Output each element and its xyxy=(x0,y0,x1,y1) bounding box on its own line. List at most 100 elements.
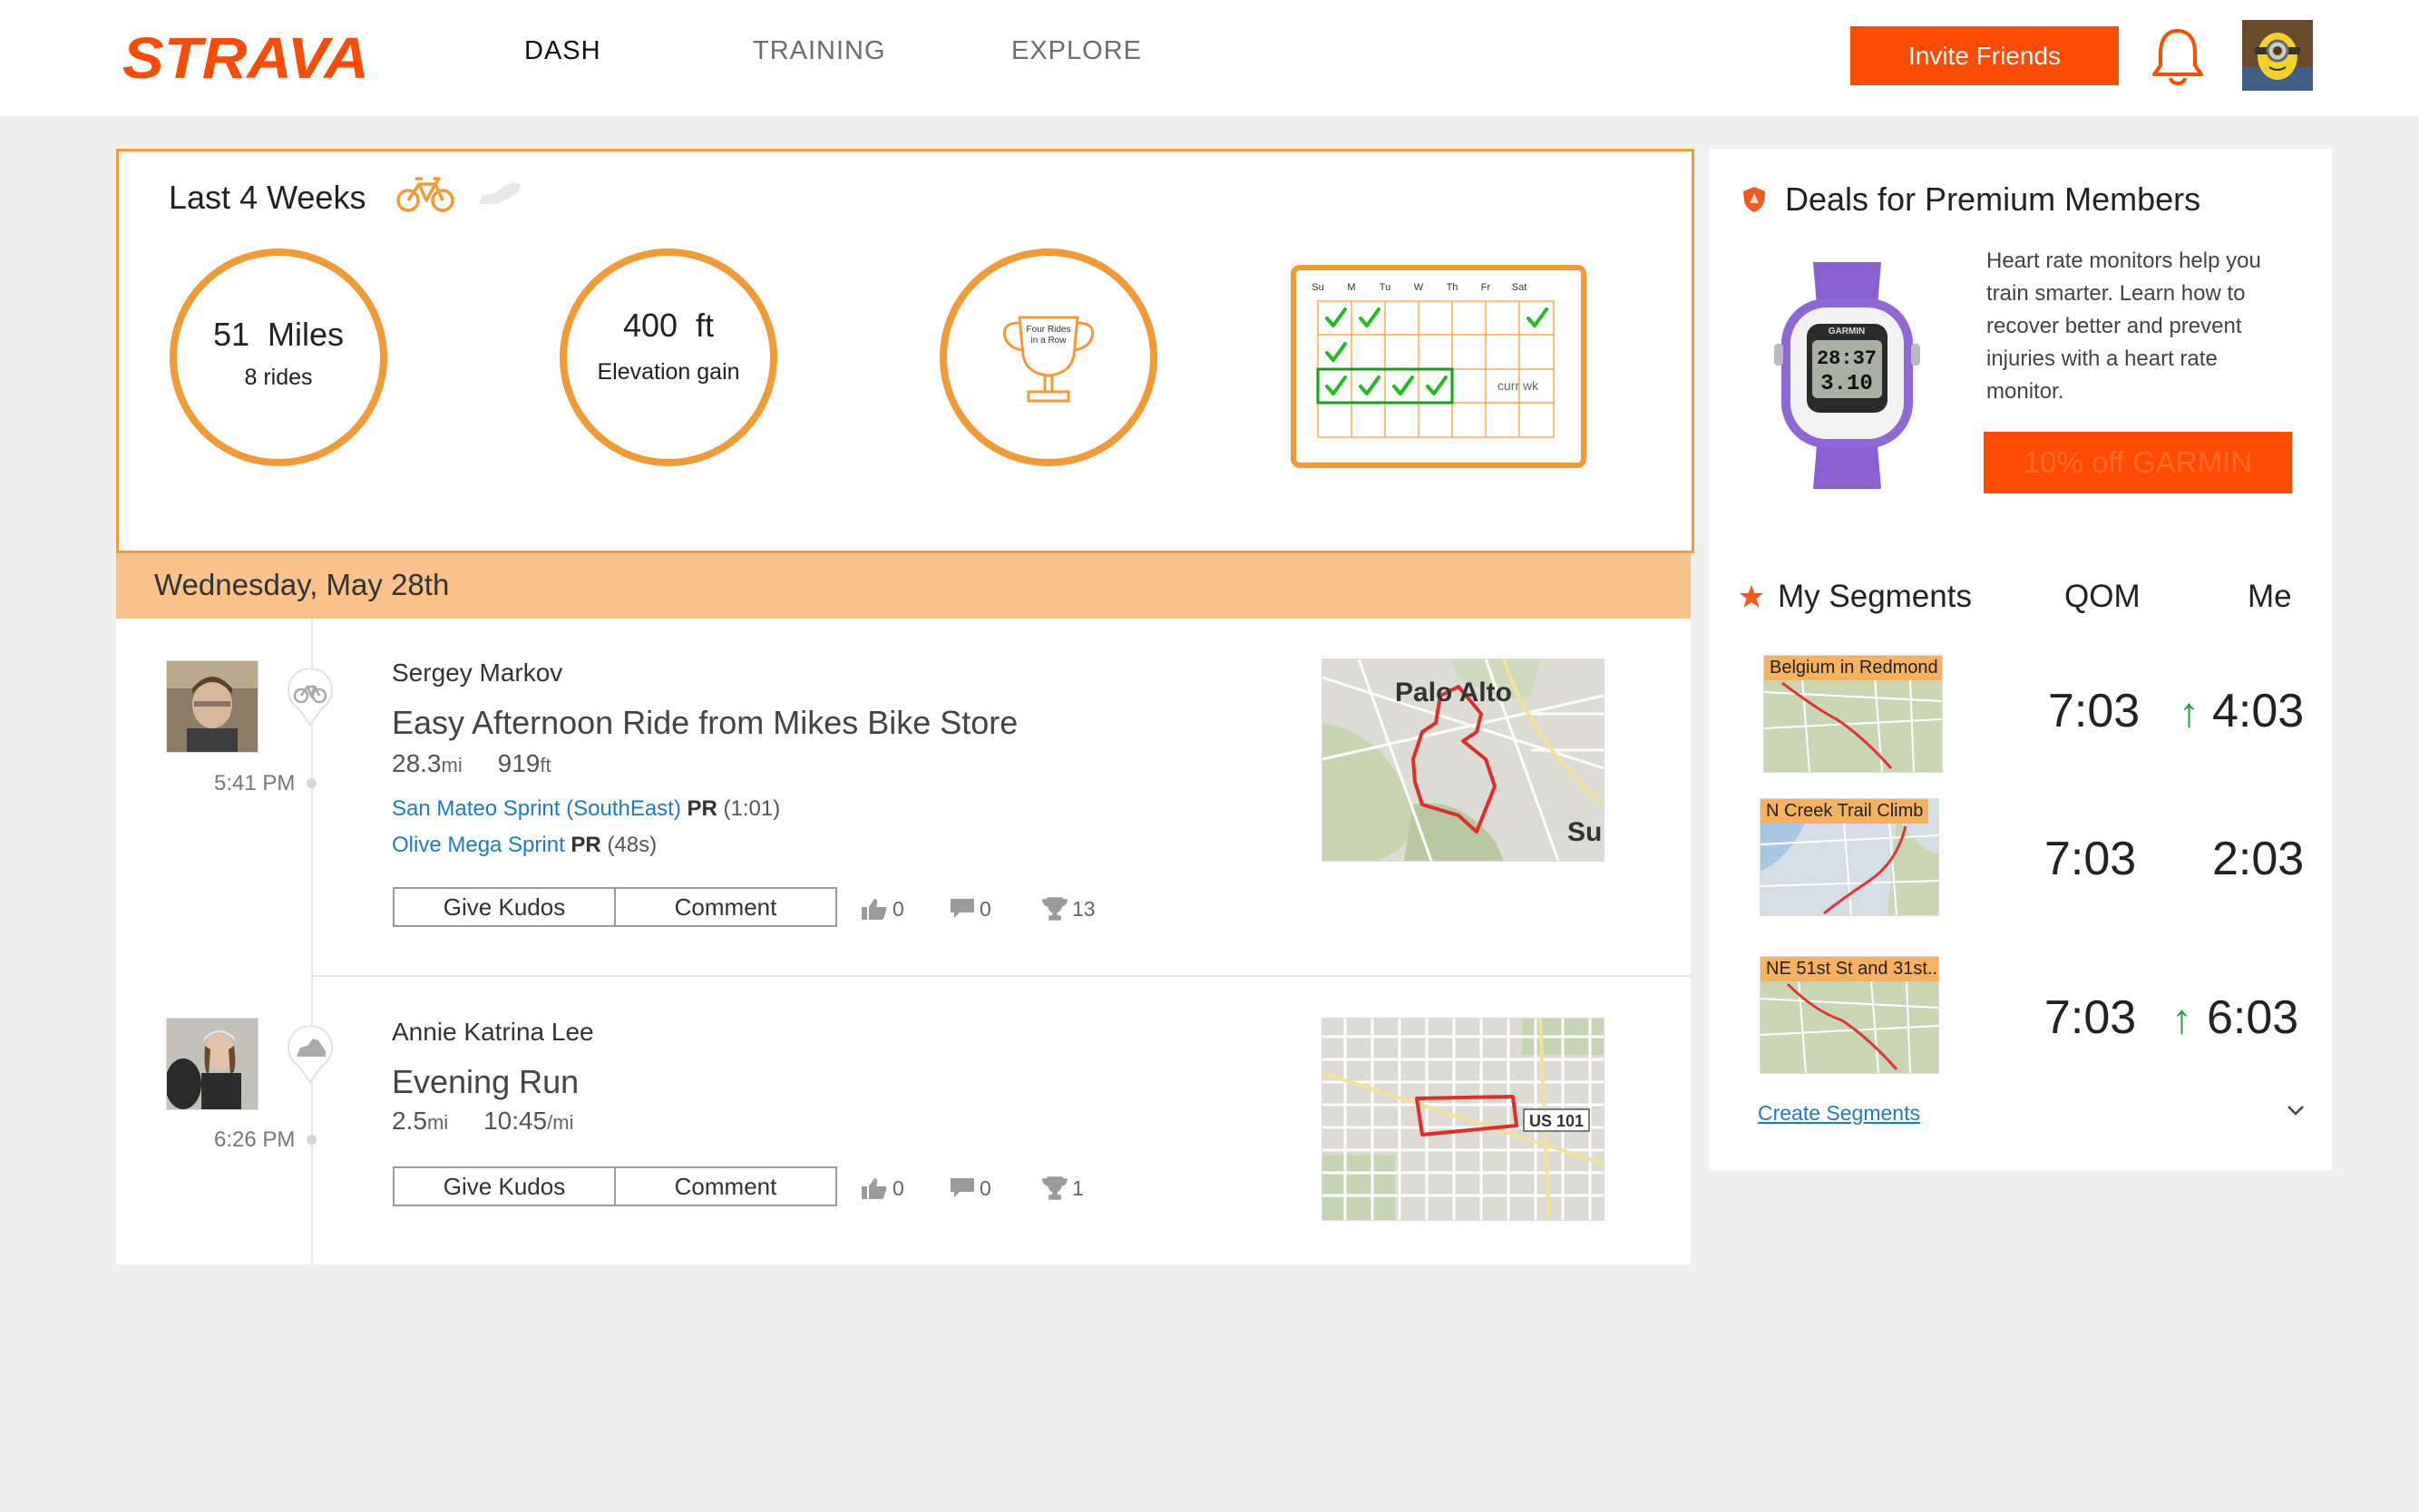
strava-logo[interactable]: STRAVA xyxy=(122,27,372,86)
svg-text:Tu: Tu xyxy=(1380,282,1390,293)
elevation-ring: 400 ft Elevation gain xyxy=(560,249,777,466)
thumbs-up-icon xyxy=(862,1178,887,1199)
activity-title[interactable]: Evening Run xyxy=(392,1063,579,1101)
activity-calendar[interactable]: Su M Tu W Th Fr Sat curr wk xyxy=(1291,265,1586,468)
give-kudos-button[interactable]: Give Kudos xyxy=(395,889,614,925)
user-avatar[interactable] xyxy=(2242,20,2313,91)
segment-name: N Creek Trail Climb xyxy=(1761,799,1929,824)
activity-stats: 2.5mi 10:45/mi xyxy=(392,1107,574,1135)
athlete-name[interactable]: Annie Katrina Lee xyxy=(392,1018,594,1047)
timeline-dot xyxy=(307,1135,317,1145)
garmin-discount-button[interactable]: 10% off GARMIN xyxy=(1984,432,2292,493)
rides-count: 8 rides xyxy=(244,365,313,390)
bell-icon[interactable] xyxy=(2150,25,2206,89)
feed-date: Wednesday, May 28th xyxy=(154,568,450,601)
comment-count[interactable]: 0 xyxy=(949,1175,991,1201)
segment-achievement: San Mateo Sprint (SouthEast) PR (1:01) xyxy=(392,796,781,821)
segment-thumbnail[interactable]: N Creek Trail Climb xyxy=(1760,798,1939,916)
svg-text:Sat: Sat xyxy=(1512,282,1527,293)
segment-qom-time: 7:03 xyxy=(2044,991,2137,1044)
segment-link[interactable]: Olive Mega Sprint xyxy=(392,833,565,857)
comment-icon xyxy=(951,1178,974,1197)
premium-shield-icon xyxy=(1743,187,1765,212)
activity-feed: 5:41 PM Sergey Markov Easy Afternoon Rid… xyxy=(116,619,1691,1264)
running-shoe-icon xyxy=(288,1026,333,1084)
segment-my-time: 4:03 xyxy=(2212,685,2305,737)
svg-text:W: W xyxy=(1414,282,1424,293)
kudos-count[interactable]: 0 xyxy=(858,1175,904,1201)
segment-link[interactable]: San Mateo Sprint (SouthEast) xyxy=(392,796,681,821)
svg-text:Palo Alto: Palo Alto xyxy=(1395,678,1512,707)
elevation-value: 400 xyxy=(622,307,678,344)
activity-time: 5:41 PM xyxy=(214,771,296,795)
deals-title: Deals for Premium Members xyxy=(1785,180,2201,218)
achievements-count[interactable]: 1 xyxy=(1041,1175,1084,1201)
nav-training[interactable]: TRAINING xyxy=(753,36,886,66)
activity-actions: Give Kudos Comment xyxy=(393,1166,837,1206)
up-arrow-icon: ↑ xyxy=(2171,995,2192,1042)
svg-text:US 101: US 101 xyxy=(1529,1112,1584,1130)
chevron-down-icon[interactable] xyxy=(2286,1103,2306,1117)
svg-text:3.10: 3.10 xyxy=(1820,372,1873,396)
svg-text:curr wk: curr wk xyxy=(1497,378,1539,393)
activity-actions: Give Kudos Comment xyxy=(393,887,837,927)
running-shoe-icon[interactable] xyxy=(477,179,524,208)
athlete-name[interactable]: Sergey Markov xyxy=(392,658,562,688)
summary-title: Last 4 Weeks xyxy=(169,179,366,216)
activity-time: 6:26 PM xyxy=(214,1127,296,1152)
up-arrow-icon: ↑ xyxy=(2179,688,2200,736)
bike-icon[interactable] xyxy=(395,171,455,215)
invite-friends-button[interactable]: Invite Friends xyxy=(1850,26,2119,85)
top-navigation-bar: STRAVA DASH TRAINING EXPLORE Invite Frie… xyxy=(0,0,2419,116)
comment-button[interactable]: Comment xyxy=(614,889,835,925)
svg-text:STRAVA: STRAVA xyxy=(122,27,369,86)
activity-map[interactable]: US 101 xyxy=(1322,1018,1605,1221)
star-icon xyxy=(1740,585,1763,608)
feed-divider xyxy=(312,975,1691,977)
garmin-watch-image[interactable]: GARMIN 28:37 3.10 xyxy=(1772,262,1922,489)
comment-button[interactable]: Comment xyxy=(614,1168,835,1205)
svg-text:Four Rides: Four Rides xyxy=(1027,325,1071,335)
segment-thumbnail[interactable]: NE 51st St and 31st... xyxy=(1760,956,1939,1074)
segment-qom-time: 7:03 xyxy=(2044,833,2137,885)
distance-value: 51 xyxy=(212,316,249,353)
deals-description: Heart rate monitors help you train smart… xyxy=(1986,249,2261,404)
activity-map[interactable]: Palo Alto Su xyxy=(1322,658,1605,862)
segment-thumbnail[interactable]: Belgium in Redmond xyxy=(1763,655,1943,773)
athlete-avatar[interactable] xyxy=(166,1018,258,1110)
segment-name: Belgium in Redmond xyxy=(1764,656,1942,680)
segment-my-time: 6:03 xyxy=(2207,991,2299,1044)
feed-date-header: Wednesday, May 28th xyxy=(116,553,1691,619)
svg-text:Su: Su xyxy=(1567,817,1602,847)
create-segments-link[interactable]: Create Segments xyxy=(1758,1101,1920,1126)
trophy-icon xyxy=(1042,897,1068,921)
thumbs-up-icon xyxy=(862,899,887,920)
activity-stats: 28.3mi 919ft xyxy=(392,749,551,777)
svg-text:Fr: Fr xyxy=(1481,282,1491,293)
me-column-header: Me xyxy=(2248,579,2292,614)
segment-achievement: Olive Mega Sprint PR (48s) xyxy=(392,833,658,857)
distance-ring: 51 Miles 8 rides xyxy=(170,249,387,466)
elevation-label: Elevation gain xyxy=(597,359,740,385)
kudos-count[interactable]: 0 xyxy=(858,896,904,922)
athlete-avatar[interactable] xyxy=(166,660,258,753)
svg-text:M: M xyxy=(1347,282,1355,293)
trophy-icon: Four Rides in a Row xyxy=(1002,316,1095,403)
svg-text:Su: Su xyxy=(1312,282,1323,293)
distance-unit: Miles xyxy=(268,316,345,353)
bike-icon xyxy=(288,668,333,727)
comment-count[interactable]: 0 xyxy=(949,896,991,922)
give-kudos-button[interactable]: Give Kudos xyxy=(395,1168,614,1205)
comment-icon xyxy=(951,899,974,918)
trophy-icon xyxy=(1042,1176,1068,1200)
achievements-count[interactable]: 13 xyxy=(1041,896,1096,922)
timeline-dot xyxy=(307,778,317,788)
nav-explore[interactable]: EXPLORE xyxy=(1011,36,1142,66)
segment-qom-time: 7:03 xyxy=(2048,685,2141,737)
activity-title[interactable]: Easy Afternoon Ride from Mikes Bike Stor… xyxy=(392,704,1018,742)
segment-name: NE 51st St and 31st... xyxy=(1761,957,1938,981)
elevation-unit: ft xyxy=(696,307,715,344)
nav-dash[interactable]: DASH xyxy=(524,36,601,66)
svg-text:28:37: 28:37 xyxy=(1817,347,1877,370)
svg-text:Th: Th xyxy=(1447,282,1458,293)
